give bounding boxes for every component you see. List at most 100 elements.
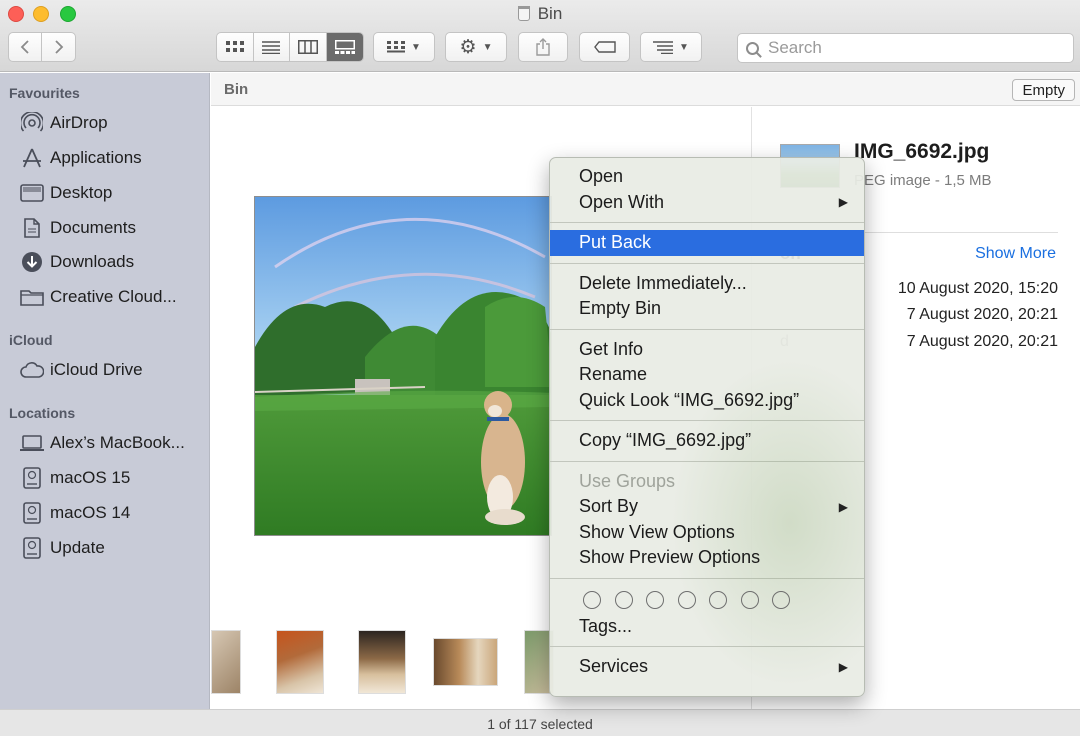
- menu-item-empty-bin[interactable]: Empty Bin: [550, 296, 864, 322]
- window-title-text: Bin: [537, 4, 563, 23]
- tag-color-circle-icon[interactable]: [614, 590, 633, 609]
- desktop-icon: [20, 182, 44, 204]
- list-view-button[interactable]: [254, 33, 290, 61]
- menu-item-delete-immediately[interactable]: Delete Immediately...: [550, 271, 864, 297]
- menu-item-put-back[interactable]: Put Back: [550, 230, 864, 256]
- menu-item-label: Quick Look “IMG_6692.jpg”: [579, 389, 800, 410]
- edit-tags-button[interactable]: [579, 32, 630, 62]
- menu-item-rename[interactable]: Rename: [550, 362, 864, 388]
- icon-grid-icon: [225, 41, 244, 52]
- downloads-icon: [20, 251, 44, 273]
- toolbar: Bin ▼ ⚙ ▼ ▼ Search: [0, 0, 1080, 72]
- menu-item-quick-look[interactable]: Quick Look “IMG_6692.jpg”: [550, 388, 864, 414]
- menu-separator: [550, 460, 864, 462]
- sidebar-item-documents[interactable]: Documents: [20, 214, 206, 242]
- search-input[interactable]: [768, 38, 1048, 58]
- thumbnail-1[interactable]: [211, 630, 241, 694]
- sidebar-item-macos-14[interactable]: macOS 14: [20, 499, 206, 527]
- forward-button[interactable]: [42, 33, 75, 61]
- trash-icon: [517, 6, 530, 21]
- menu-item-get-info[interactable]: Get Info: [550, 337, 864, 363]
- icon-view-button[interactable]: [217, 33, 254, 61]
- sidebar-item-label: Desktop: [50, 183, 113, 202]
- preview-file-name: IMG_6692.jpg: [854, 140, 990, 163]
- sidebar-item-label: AirDrop: [50, 113, 108, 132]
- menu-item-label: Use Groups: [579, 470, 676, 491]
- show-more-link[interactable]: Show More: [975, 245, 1056, 263]
- sidebar-item-macbook[interactable]: Alex’s MacBook...: [20, 429, 206, 457]
- chevron-down-icon: ▼: [679, 41, 689, 53]
- submenu-arrow-icon: ▶: [838, 659, 848, 674]
- sidebar-item-icloud-drive[interactable]: iCloud Drive: [20, 356, 206, 384]
- menu-item-label: Put Back: [579, 232, 652, 253]
- thumbnail-2[interactable]: [276, 630, 324, 694]
- action-menu-button[interactable]: ⚙ ▼: [445, 32, 507, 62]
- back-button[interactable]: [9, 33, 43, 61]
- share-icon: [536, 38, 550, 56]
- tag-color-circle-icon[interactable]: [677, 590, 696, 609]
- menu-item-open-with[interactable]: Open With ▶: [550, 190, 864, 216]
- sidebar-item-creative-cloud[interactable]: Creative Cloud...: [20, 283, 206, 311]
- sidebar-item-airdrop[interactable]: AirDrop: [20, 109, 206, 137]
- tag-color-circle-icon[interactable]: [772, 590, 790, 609]
- chevron-down-icon: ▼: [482, 41, 493, 53]
- sidebar-item-label: Downloads: [50, 252, 135, 271]
- menu-item-sort-by[interactable]: Sort By ▶: [550, 494, 864, 520]
- menu-item-label: Open With: [579, 191, 665, 212]
- menu-item-services[interactable]: Services ▶: [550, 654, 864, 680]
- info-value: 7 August 2020, 20:21: [906, 306, 1058, 323]
- tag-color-circle-icon[interactable]: [646, 590, 664, 609]
- sidebar-item-applications[interactable]: Applications: [20, 144, 206, 172]
- search-field[interactable]: [737, 33, 1074, 63]
- chevron-left-icon: [20, 40, 29, 54]
- view-mode-selector: [216, 32, 364, 62]
- search-icon: [746, 41, 759, 55]
- menu-separator: [550, 420, 864, 421]
- sidebar: Favourites AirDrop Applications Desktop …: [0, 73, 210, 709]
- share-button[interactable]: [518, 32, 568, 62]
- sidebar-item-update[interactable]: Update: [20, 534, 206, 562]
- history-navigation: [8, 32, 76, 62]
- tag-color-circle-icon[interactable]: [709, 590, 727, 609]
- tag-color-circle-icon[interactable]: [740, 590, 759, 609]
- menu-separator: [550, 646, 864, 647]
- sidebar-item-macos-15[interactable]: macOS 15: [20, 464, 206, 492]
- menu-item-copy[interactable]: Copy “IMG_6692.jpg”: [550, 428, 864, 454]
- menu-separator: [550, 222, 864, 223]
- status-bar: 1 of 117 selected: [0, 709, 1080, 736]
- sidebar-heading-locations: Locations: [9, 405, 76, 421]
- arrange-button[interactable]: ▼: [640, 32, 702, 62]
- menu-item-label: Tags...: [579, 615, 633, 636]
- menu-item-show-preview-options[interactable]: Show Preview Options: [550, 545, 864, 571]
- laptop-icon: [20, 432, 44, 454]
- tag-color-row: [550, 586, 864, 614]
- gear-icon: ⚙: [459, 36, 477, 58]
- thumbnail-3[interactable]: [358, 630, 406, 694]
- sidebar-item-label: Update: [50, 538, 105, 557]
- menu-item-show-view-options[interactable]: Show View Options: [550, 520, 864, 546]
- disk-icon: [20, 502, 44, 524]
- thumbnail-4[interactable]: [433, 638, 498, 686]
- arrange-icon: [653, 40, 674, 54]
- columns-icon: [297, 40, 318, 54]
- tag-icon: [593, 41, 616, 53]
- submenu-arrow-icon: ▶: [838, 499, 848, 514]
- gallery-view-button[interactable]: [326, 33, 363, 61]
- info-value: 10 August 2020, 15:20: [897, 280, 1058, 297]
- menu-item-use-groups: Use Groups: [550, 469, 864, 495]
- tag-color-circle-icon[interactable]: [583, 590, 601, 609]
- empty-bin-button[interactable]: Empty: [1012, 79, 1075, 101]
- menu-item-label: Sort By: [579, 496, 639, 517]
- sidebar-item-desktop[interactable]: Desktop: [20, 179, 206, 207]
- menu-item-open[interactable]: Open: [550, 164, 864, 190]
- menu-item-label: Show Preview Options: [579, 547, 761, 568]
- sidebar-item-label: Creative Cloud...: [50, 287, 177, 306]
- preview-file-kind: PEG image - 1,5 MB: [854, 172, 992, 189]
- sidebar-item-downloads[interactable]: Downloads: [20, 248, 206, 276]
- group-by-button[interactable]: ▼: [373, 32, 435, 62]
- dog-photo-image: [255, 197, 551, 535]
- menu-item-tags[interactable]: Tags...: [550, 614, 864, 640]
- sidebar-item-label: macOS 15: [50, 468, 131, 487]
- selected-photo-preview[interactable]: [254, 196, 552, 536]
- column-view-button[interactable]: [290, 33, 327, 61]
